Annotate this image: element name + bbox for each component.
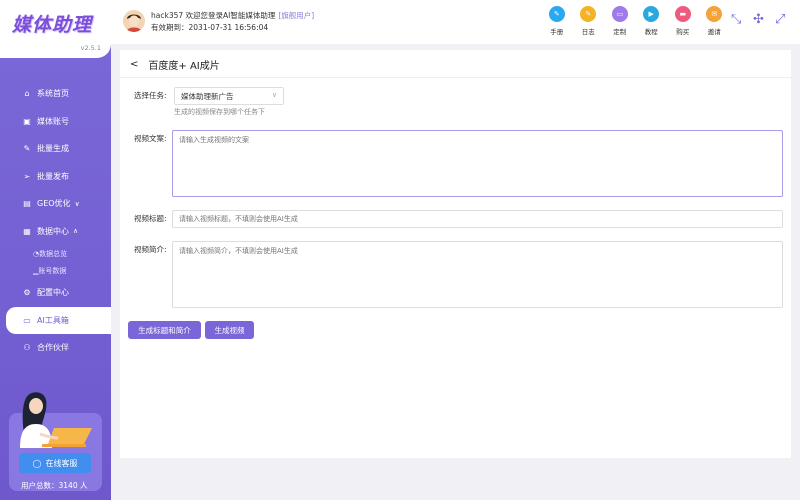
tool-custom[interactable]: ▭ 定制	[604, 6, 636, 36]
generate-title-intro-button[interactable]: 生成标题和简介	[128, 321, 201, 339]
tool-label: 手册	[550, 28, 564, 36]
customer-service-illustration	[20, 392, 92, 448]
copy-textarea[interactable]	[172, 130, 783, 197]
task-label: 选择任务:	[134, 91, 167, 100]
doc-icon: ▤	[23, 199, 31, 209]
send-icon: ➢	[23, 171, 31, 181]
sidebar-item-label: 配置中心	[37, 288, 69, 298]
user-count: 用户总数：3140 人	[21, 481, 88, 490]
sidebar-subitem-label: 账号数据	[38, 266, 67, 275]
sidebar-subitem-label: 数据总览	[39, 249, 68, 258]
chat-icon: ◯	[32, 458, 42, 468]
sidebar-subitem-account-data[interactable]: ▁ 账号数据	[0, 262, 111, 279]
sidebar-item-batch-generate[interactable]: ✎ 批量生成	[0, 135, 111, 163]
invite-icon: ✉	[706, 6, 723, 22]
divider	[120, 77, 791, 78]
log-icon: ✎	[580, 6, 597, 22]
tool-label: 邀请	[707, 28, 721, 36]
sidebar-item-label: 数据中心	[37, 226, 69, 236]
chevron-up-icon: ∧	[73, 227, 79, 236]
welcome-text: hack357 欢迎您登录AI智能媒体助理 [旗舰用户]	[151, 10, 314, 21]
tool-label: 日志	[581, 28, 595, 36]
back-icon[interactable]: <	[130, 59, 138, 70]
tool-label: 教程	[644, 28, 658, 36]
welcome-message: hack357 欢迎您登录AI智能媒体助理	[151, 11, 276, 20]
logo-area: 媒体助理 v2.5.1	[0, 0, 111, 58]
sidebar-item-data-center[interactable]: ▦ 数据中心 ∧	[0, 218, 111, 246]
expand-icon[interactable]: ⤢	[775, 12, 785, 27]
custom-icon: ▭	[611, 6, 628, 22]
manual-icon: ✎	[548, 6, 565, 22]
tool-label: 定制	[613, 28, 627, 36]
task-select-value: 媒体助理新广告	[181, 91, 234, 101]
sidebar-item-label: 批量生成	[37, 144, 69, 154]
account-icon: ▣	[23, 116, 31, 126]
task-select[interactable]: 媒体助理新广告 ∨	[174, 87, 284, 105]
chevron-down-icon: ∨	[74, 199, 80, 208]
copy-label: 视频文案:	[134, 134, 167, 143]
generate-video-button[interactable]: 生成视频	[205, 321, 254, 339]
sidebar-item-label: 系统首页	[37, 89, 69, 99]
tool-invite[interactable]: ✉ 邀请	[699, 6, 731, 36]
avatar-icon	[123, 10, 145, 32]
shrink-icon[interactable]: ⤡	[731, 12, 741, 27]
sidebar-item-label: 媒体账号	[37, 116, 69, 126]
home-icon: ⌂	[24, 89, 30, 99]
sidebar-item-label: 批量发布	[37, 171, 69, 181]
title-label: 视频标题:	[134, 214, 167, 223]
header: hack357 欢迎您登录AI智能媒体助理 [旗舰用户] 有效期到：2031-07…	[111, 0, 800, 44]
sidebar-item-partners[interactable]: ⚇ 合作伙伴	[0, 334, 111, 362]
sidebar-item-home[interactable]: ⌂ 系统首页	[0, 80, 111, 108]
page-title: < 百度度+ AI成片	[130, 57, 220, 72]
sidebar-item-label: GEO优化	[37, 199, 71, 209]
gear-icon: ⚙	[23, 288, 31, 298]
partner-icon: ⚇	[23, 343, 31, 353]
title-input[interactable]	[172, 210, 783, 228]
online-service-label: 在线客服	[45, 458, 78, 468]
collapse-icon[interactable]: ✣	[753, 12, 764, 27]
tool-label: 购买	[676, 28, 690, 36]
sidebar-nav: ⌂ 系统首页 ▣ 媒体账号 ✎ 批量生成 ➢ 批量发布 ▤ GEO优化 ∨ ▦ …	[0, 80, 111, 362]
sidebar: 媒体助理 v2.5.1 ⌂ 系统首页 ▣ 媒体账号 ✎ 批量生成 ➢ 批量发布 …	[0, 0, 111, 500]
version-label: v2.5.1	[80, 44, 101, 52]
sidebar-item-geo[interactable]: ▤ GEO优化 ∨	[0, 190, 111, 218]
avatar[interactable]	[123, 10, 145, 32]
sidebar-item-config-center[interactable]: ⚙ 配置中心	[0, 279, 111, 307]
user-tag: [旗舰用户]	[278, 11, 315, 20]
tool-manual[interactable]: ✎ 手册	[541, 6, 573, 36]
online-service-button[interactable]: ◯ 在线客服	[19, 453, 91, 473]
sidebar-item-label: AI工具箱	[37, 315, 69, 325]
tutorial-icon: ▶	[643, 6, 660, 22]
main-panel: < 百度度+ AI成片 选择任务: 媒体助理新广告 ∨ 生成的视频保存到哪个任务…	[120, 50, 791, 458]
logo: 媒体助理	[12, 14, 93, 36]
task-hint: 生成的视频保存到哪个任务下	[174, 108, 265, 116]
expire-text: 有效期到：2031-07-31 16:56:04	[151, 23, 269, 32]
edit-icon: ✎	[23, 144, 31, 154]
data-icon: ▦	[23, 226, 31, 236]
page-title-text: 百度度+ AI成片	[148, 61, 220, 72]
tool-tutorial[interactable]: ▶ 教程	[636, 6, 668, 36]
chevron-down-icon: ∨	[271, 91, 277, 99]
purchase-icon: ▬	[674, 6, 691, 22]
sidebar-item-media-account[interactable]: ▣ 媒体账号	[0, 108, 111, 136]
header-tools: ✎ 手册 ✎ 日志 ▭ 定制 ▶ 教程 ▬ 购买 ✉ 邀请	[541, 6, 730, 36]
sidebar-subitem-data-overview[interactable]: ◔ 数据总览	[0, 245, 111, 262]
toolbox-icon: ▭	[23, 315, 31, 325]
tool-log[interactable]: ✎ 日志	[573, 6, 605, 36]
tool-purchase[interactable]: ▬ 购买	[667, 6, 699, 36]
sidebar-item-label: 合作伙伴	[37, 343, 69, 353]
intro-textarea[interactable]	[172, 241, 783, 308]
sidebar-item-ai-toolbox[interactable]: ▭ AI工具箱	[6, 306, 111, 334]
sidebar-item-batch-publish[interactable]: ➢ 批量发布	[0, 163, 111, 191]
intro-label: 视频简介:	[134, 245, 167, 254]
